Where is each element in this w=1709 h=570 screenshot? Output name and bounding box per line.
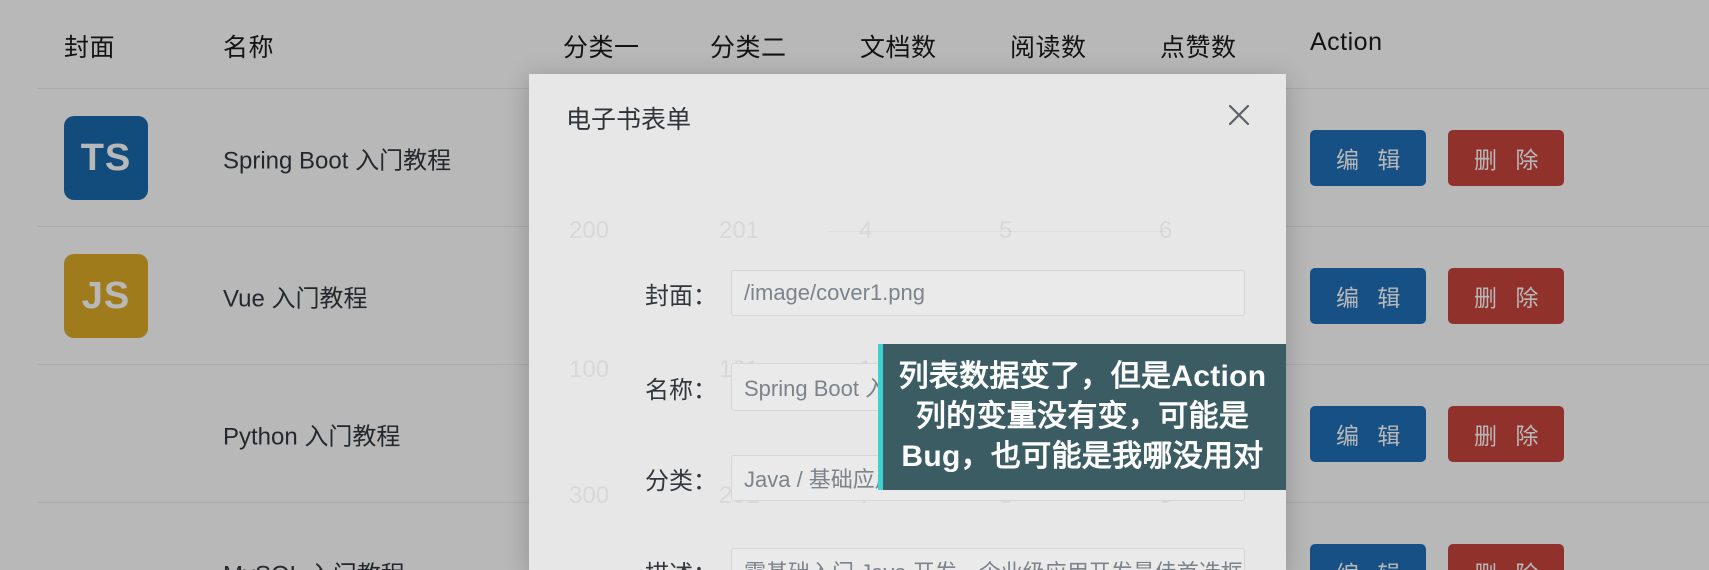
form-field-description: 描述： 零基础入门 Java 开发，企业级应用开发最佳首选框架 [529,548,1286,570]
cover-input[interactable]: /image/cover1.png [731,270,1245,316]
field-label-description: 描述： [529,554,731,570]
form-field-cover: 封面： /image/cover1.png [529,270,1286,316]
field-label-cover: 封面： [645,282,717,310]
dialog-title: 电子书表单 [566,106,692,134]
field-label-name: 名称： [645,376,717,404]
annotation-callout: 列表数据变了，但是Action列的变量没有变，可能是Bug，也可能是我哪没用对 [878,344,1286,490]
field-label-category: 分类： [645,467,717,495]
ebook-form-dialog: 电子书表单 200 201 4 5 6 100 101 [529,74,1286,570]
watermark: CSDN @gujunhe [1568,544,1699,563]
annotation-text: 列表数据变了，但是Action列的变量没有变，可能是Bug，也可能是我哪没用对 [898,360,1267,473]
description-input[interactable]: 零基础入门 Java 开发，企业级应用开发最佳首选框架 [731,548,1245,570]
dialog-header: 电子书表单 [529,74,1286,148]
close-icon[interactable] [1220,96,1258,134]
app-root: 封面 名称 分类一 分类二 文档数 阅读数 点赞数 Action TS Spri… [0,0,1709,570]
